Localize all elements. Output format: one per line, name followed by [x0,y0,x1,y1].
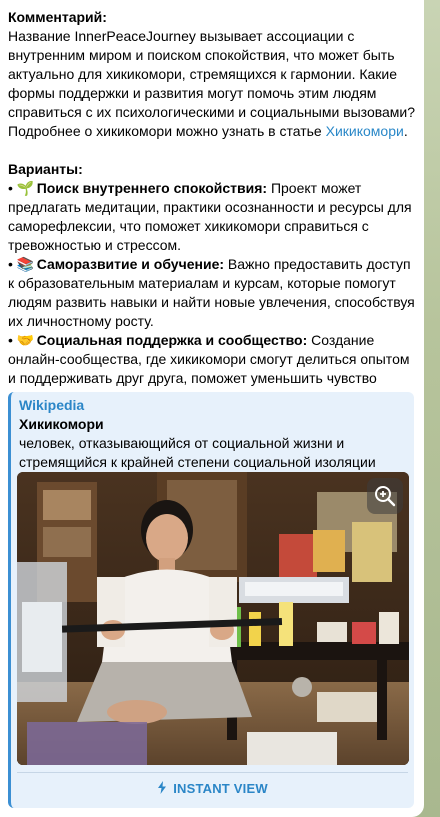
preview-site-name: Wikipedia [19,397,85,413]
variant-title: Саморазвитие и обучение: [36,256,225,272]
seedling-icon: 🌱 [16,180,35,196]
article-link[interactable]: Хикикомори [326,123,404,139]
variant-item: • 📚 Саморазвитие и обучение: Важно предо… [8,256,415,329]
photo-illustration [17,472,409,765]
lightning-icon [158,781,167,794]
link-preview[interactable]: Wikipedia Хикикомори человек, отказывающ… [8,392,414,808]
zoom-in-icon [375,486,396,507]
preview-title: Хикикомори [19,416,104,432]
instant-view-label: INSTANT VIEW [173,781,268,796]
variants-heading: Варианты: [8,161,83,177]
handshake-icon: 🤝 [16,332,35,348]
preview-description: человек, отказывающийся от социальной жи… [19,435,376,470]
zoom-button[interactable] [367,478,403,514]
comment-heading: Комментарий: [8,9,107,25]
comment-text: Название InnerPeaceJourney вызывает ассо… [8,27,416,141]
preview-photo[interactable] [17,472,409,765]
variant-title: Социальная поддержка и сообщество: [36,332,308,348]
message-bubble: Комментарий: Название InnerPeaceJourney … [0,0,424,817]
comment-end: . [403,123,408,139]
variant-item: • 🌱 Поиск внутреннего спокойствия: Проек… [8,180,412,253]
instant-view-button[interactable]: INSTANT VIEW [11,779,414,799]
books-icon: 📚 [16,256,35,272]
variant-title: Поиск внутреннего спокойствия: [36,180,268,196]
divider [17,772,408,773]
